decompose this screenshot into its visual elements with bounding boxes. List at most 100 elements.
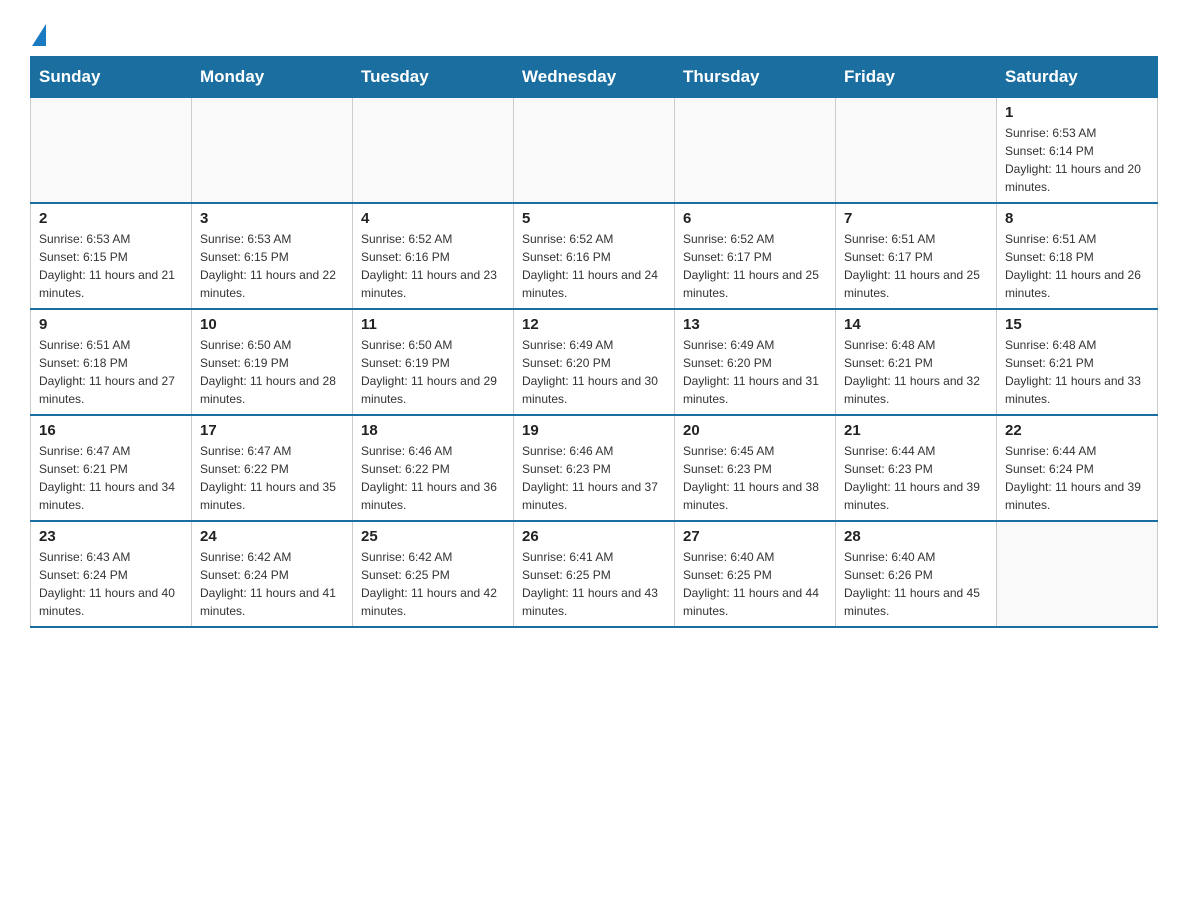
day-info: Sunrise: 6:46 AMSunset: 6:23 PMDaylight:… (522, 442, 666, 514)
day-number: 13 (683, 316, 827, 333)
week-row-2: 9 Sunrise: 6:51 AMSunset: 6:18 PMDaylight… (31, 309, 1158, 415)
calendar-cell: 27 Sunrise: 6:40 AMSunset: 6:25 PMDayligh… (675, 521, 836, 627)
calendar-cell: 18 Sunrise: 6:46 AMSunset: 6:22 PMDayligh… (353, 415, 514, 521)
day-info: Sunrise: 6:49 AMSunset: 6:20 PMDaylight:… (683, 336, 827, 408)
day-info: Sunrise: 6:42 AMSunset: 6:24 PMDaylight:… (200, 548, 344, 620)
day-number: 16 (39, 422, 183, 439)
day-number: 6 (683, 210, 827, 227)
calendar-cell: 5Sunrise: 6:52 AMSunset: 6:16 PMDaylight… (514, 203, 675, 309)
calendar-cell: 3 Sunrise: 6:53 AMSunset: 6:15 PMDaylight… (192, 203, 353, 309)
header-day-thursday: Thursday (675, 57, 836, 98)
day-number: 7 (844, 210, 988, 227)
calendar-cell: 28 Sunrise: 6:40 AMSunset: 6:26 PMDayligh… (836, 521, 997, 627)
day-info: Sunrise: 6:41 AMSunset: 6:25 PMDaylight:… (522, 548, 666, 620)
calendar-cell (192, 98, 353, 204)
day-info: Sunrise: 6:44 AMSunset: 6:24 PMDaylight:… (1005, 442, 1149, 514)
logo-triangle-icon (32, 24, 46, 46)
day-number: 14 (844, 316, 988, 333)
day-number: 26 (522, 528, 666, 545)
day-info: Sunrise: 6:52 AMSunset: 6:17 PMDaylight:… (683, 230, 827, 302)
header-row: SundayMondayTuesdayWednesdayThursdayFrid… (31, 57, 1158, 98)
day-info: Sunrise: 6:49 AMSunset: 6:20 PMDaylight:… (522, 336, 666, 408)
calendar-cell: 22 Sunrise: 6:44 AMSunset: 6:24 PMDayligh… (997, 415, 1158, 521)
logo (30, 20, 46, 46)
day-info: Sunrise: 6:47 AMSunset: 6:21 PMDaylight:… (39, 442, 183, 514)
day-info: Sunrise: 6:52 AMSunset: 6:16 PMDaylight:… (361, 230, 505, 302)
day-number: 17 (200, 422, 344, 439)
calendar-cell (675, 98, 836, 204)
day-info: Sunrise: 6:48 AMSunset: 6:21 PMDaylight:… (844, 336, 988, 408)
day-info: Sunrise: 6:50 AMSunset: 6:19 PMDaylight:… (200, 336, 344, 408)
day-info: Sunrise: 6:40 AMSunset: 6:26 PMDaylight:… (844, 548, 988, 620)
calendar-body: 1Sunrise: 6:53 AMSunset: 6:14 PMDaylight… (31, 98, 1158, 628)
calendar-cell: 4 Sunrise: 6:52 AMSunset: 6:16 PMDaylight… (353, 203, 514, 309)
calendar-cell (31, 98, 192, 204)
calendar-cell: 25Sunrise: 6:42 AMSunset: 6:25 PMDayligh… (353, 521, 514, 627)
calendar-cell: 20 Sunrise: 6:45 AMSunset: 6:23 PMDayligh… (675, 415, 836, 521)
day-number: 24 (200, 528, 344, 545)
day-info: Sunrise: 6:51 AMSunset: 6:18 PMDaylight:… (39, 336, 183, 408)
day-number: 3 (200, 210, 344, 227)
day-info: Sunrise: 6:46 AMSunset: 6:22 PMDaylight:… (361, 442, 505, 514)
calendar-cell (353, 98, 514, 204)
header-day-tuesday: Tuesday (353, 57, 514, 98)
day-number: 11 (361, 316, 505, 333)
day-number: 4 (361, 210, 505, 227)
day-number: 15 (1005, 316, 1149, 333)
header-day-saturday: Saturday (997, 57, 1158, 98)
calendar-cell: 15Sunrise: 6:48 AMSunset: 6:21 PMDayligh… (997, 309, 1158, 415)
calendar-cell: 24 Sunrise: 6:42 AMSunset: 6:24 PMDayligh… (192, 521, 353, 627)
day-number: 27 (683, 528, 827, 545)
day-info: Sunrise: 6:42 AMSunset: 6:25 PMDaylight:… (361, 548, 505, 620)
calendar-cell: 16 Sunrise: 6:47 AMSunset: 6:21 PMDayligh… (31, 415, 192, 521)
calendar-cell: 13 Sunrise: 6:49 AMSunset: 6:20 PMDayligh… (675, 309, 836, 415)
day-info: Sunrise: 6:51 AMSunset: 6:17 PMDaylight:… (844, 230, 988, 302)
day-number: 28 (844, 528, 988, 545)
calendar-cell: 7 Sunrise: 6:51 AMSunset: 6:17 PMDaylight… (836, 203, 997, 309)
calendar-cell: 8 Sunrise: 6:51 AMSunset: 6:18 PMDaylight… (997, 203, 1158, 309)
day-info: Sunrise: 6:45 AMSunset: 6:23 PMDaylight:… (683, 442, 827, 514)
calendar-cell (997, 521, 1158, 627)
calendar-cell: 12Sunrise: 6:49 AMSunset: 6:20 PMDayligh… (514, 309, 675, 415)
calendar-cell: 9 Sunrise: 6:51 AMSunset: 6:18 PMDaylight… (31, 309, 192, 415)
week-row-4: 23 Sunrise: 6:43 AMSunset: 6:24 PMDayligh… (31, 521, 1158, 627)
day-number: 9 (39, 316, 183, 333)
day-number: 22 (1005, 422, 1149, 439)
header-day-sunday: Sunday (31, 57, 192, 98)
calendar-cell: 11 Sunrise: 6:50 AMSunset: 6:19 PMDayligh… (353, 309, 514, 415)
header-day-wednesday: Wednesday (514, 57, 675, 98)
day-info: Sunrise: 6:53 AMSunset: 6:15 PMDaylight:… (39, 230, 183, 302)
day-info: Sunrise: 6:47 AMSunset: 6:22 PMDaylight:… (200, 442, 344, 514)
header-day-monday: Monday (192, 57, 353, 98)
day-number: 19 (522, 422, 666, 439)
day-number: 1 (1005, 104, 1149, 121)
week-row-0: 1Sunrise: 6:53 AMSunset: 6:14 PMDaylight… (31, 98, 1158, 204)
day-info: Sunrise: 6:50 AMSunset: 6:19 PMDaylight:… (361, 336, 505, 408)
day-number: 2 (39, 210, 183, 227)
day-number: 23 (39, 528, 183, 545)
calendar-cell (514, 98, 675, 204)
day-number: 10 (200, 316, 344, 333)
day-number: 8 (1005, 210, 1149, 227)
calendar-table: SundayMondayTuesdayWednesdayThursdayFrid… (30, 56, 1158, 628)
calendar-cell: 17 Sunrise: 6:47 AMSunset: 6:22 PMDayligh… (192, 415, 353, 521)
day-info: Sunrise: 6:51 AMSunset: 6:18 PMDaylight:… (1005, 230, 1149, 302)
header-day-friday: Friday (836, 57, 997, 98)
calendar-cell: 21Sunrise: 6:44 AMSunset: 6:23 PMDayligh… (836, 415, 997, 521)
calendar-cell: 19 Sunrise: 6:46 AMSunset: 6:23 PMDayligh… (514, 415, 675, 521)
calendar-cell: 6 Sunrise: 6:52 AMSunset: 6:17 PMDaylight… (675, 203, 836, 309)
calendar-cell: 23 Sunrise: 6:43 AMSunset: 6:24 PMDayligh… (31, 521, 192, 627)
day-info: Sunrise: 6:43 AMSunset: 6:24 PMDaylight:… (39, 548, 183, 620)
week-row-3: 16 Sunrise: 6:47 AMSunset: 6:21 PMDayligh… (31, 415, 1158, 521)
day-number: 5 (522, 210, 666, 227)
calendar-cell: 2 Sunrise: 6:53 AMSunset: 6:15 PMDaylight… (31, 203, 192, 309)
calendar-cell: 26 Sunrise: 6:41 AMSunset: 6:25 PMDayligh… (514, 521, 675, 627)
day-number: 20 (683, 422, 827, 439)
day-info: Sunrise: 6:40 AMSunset: 6:25 PMDaylight:… (683, 548, 827, 620)
day-number: 18 (361, 422, 505, 439)
page-header (30, 20, 1158, 46)
calendar-cell: 10 Sunrise: 6:50 AMSunset: 6:19 PMDayligh… (192, 309, 353, 415)
calendar-cell: 1Sunrise: 6:53 AMSunset: 6:14 PMDaylight… (997, 98, 1158, 204)
day-info: Sunrise: 6:53 AMSunset: 6:15 PMDaylight:… (200, 230, 344, 302)
day-info: Sunrise: 6:44 AMSunset: 6:23 PMDaylight:… (844, 442, 988, 514)
